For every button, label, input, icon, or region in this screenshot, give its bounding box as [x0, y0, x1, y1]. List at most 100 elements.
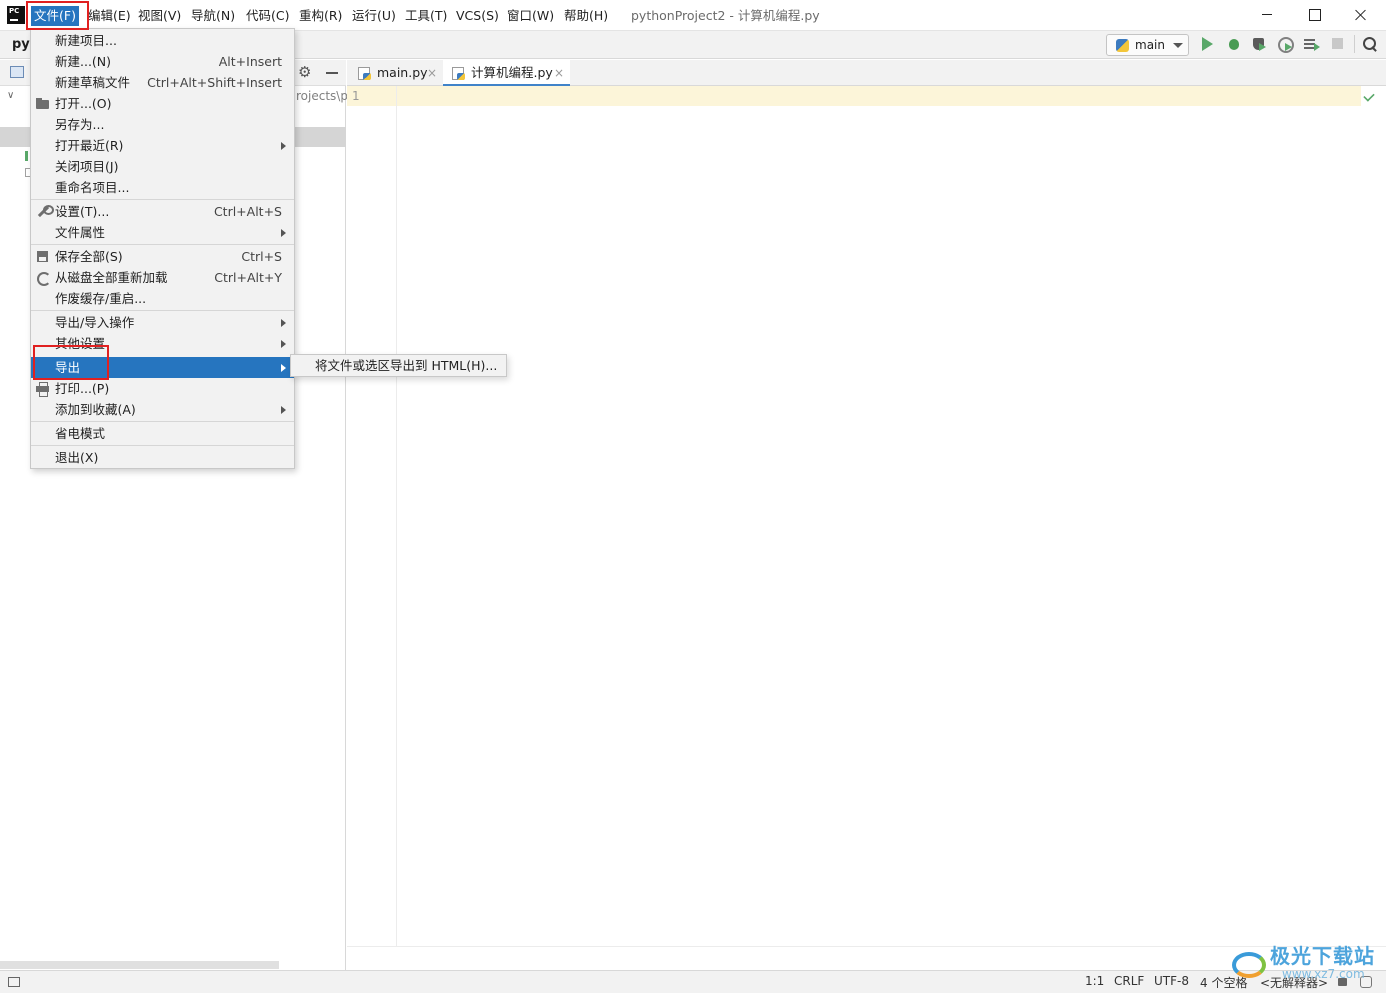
file-encoding[interactable]: UTF-8 [1154, 974, 1189, 988]
tab-jisuanji-py[interactable]: 计算机编程.py × [443, 60, 570, 87]
toolbar-divider [1354, 35, 1355, 53]
menu-item-exit[interactable]: 退出(X) [31, 447, 294, 468]
close-window-button[interactable] [1347, 4, 1375, 26]
concurrency-icon[interactable] [1303, 36, 1320, 52]
menu-item-label: 保存全部(S) [55, 249, 123, 264]
menu-item-open[interactable]: 打开...(O) [31, 93, 294, 114]
profile-icon[interactable] [1277, 36, 1294, 53]
watermark-text: 极光下载站 [1270, 944, 1375, 968]
menu-item-reload-all[interactable]: 从磁盘全部重新加载 Ctrl+Alt+Y [31, 267, 294, 288]
menu-item-save-as[interactable]: 另存为... [31, 114, 294, 135]
menu-window[interactable]: 窗口(W) [504, 6, 557, 26]
menu-view[interactable]: 视图(V) [135, 6, 184, 26]
menu-item-file-properties[interactable]: 文件属性 [31, 222, 294, 243]
menu-separator [31, 310, 294, 311]
menu-item-new[interactable]: 新建...(N) Alt+Insert [31, 51, 294, 72]
menu-item-invalidate-caches[interactable]: 作废缓存/重启... [31, 288, 294, 309]
horizontal-scrollbar[interactable] [0, 961, 279, 969]
menu-item-label: 新建草稿文件 [55, 75, 131, 90]
minimize-window-button[interactable] [1253, 4, 1281, 26]
watermark-swirl-icon [1232, 952, 1266, 978]
menu-item-shortcut: Ctrl+S [241, 249, 282, 264]
run-configuration-selector[interactable]: main [1106, 34, 1189, 56]
pycharm-logo-icon: PC [7, 6, 25, 24]
menu-item-label: 打开最近(R) [55, 138, 124, 153]
tab-label: 计算机编程.py [471, 65, 553, 80]
menu-help[interactable]: 帮助(H) [561, 6, 611, 26]
menu-item-new-project[interactable]: 新建项目... [31, 30, 294, 51]
menu-item-label: 退出(X) [55, 450, 99, 465]
submenu-arrow-icon [281, 142, 286, 150]
maximize-window-button[interactable] [1300, 4, 1328, 26]
coverage-icon[interactable] [1251, 36, 1267, 52]
debug-icon[interactable] [1226, 36, 1242, 52]
close-tab-icon[interactable]: × [554, 60, 564, 86]
run-icon[interactable] [1202, 37, 1213, 51]
menu-separator [31, 244, 294, 245]
reload-icon [36, 271, 51, 286]
print-icon [36, 382, 50, 397]
menu-item-label: 新建项目... [55, 33, 117, 48]
menu-refactor[interactable]: 重构(R) [296, 6, 345, 26]
menu-tools[interactable]: 工具(T) [402, 6, 450, 26]
menu-item-label: 作废缓存/重启... [55, 291, 147, 306]
menu-code[interactable]: 代码(C) [243, 6, 292, 26]
gear-icon[interactable]: ⚙ [298, 63, 311, 81]
menu-item-power-save-mode[interactable]: 省电模式 [31, 423, 294, 444]
watermark-url: www.xz7.com [1282, 967, 1365, 981]
menu-item-shortcut: Ctrl+Alt+Y [214, 270, 282, 285]
line-separator[interactable]: CRLF [1114, 974, 1144, 988]
menu-item-label: 设置(T)... [55, 204, 110, 219]
menu-item-settings[interactable]: 设置(T)... Ctrl+Alt+S [31, 201, 294, 222]
menu-edit[interactable]: 编辑(E) [85, 6, 134, 26]
hide-panel-icon[interactable] [326, 72, 338, 74]
menu-item-new-scratch[interactable]: 新建草稿文件 Ctrl+Alt+Shift+Insert [31, 72, 294, 93]
tab-label: main.py [377, 65, 428, 80]
window-title: pythonProject2 - 计算机编程.py [631, 8, 820, 23]
menu-item-label: 新建...(N) [55, 54, 112, 69]
watermark-logo: 极光下载站 www.xz7.com [1232, 940, 1382, 990]
menu-item-label: 打开...(O) [55, 96, 112, 111]
line-number: 1 [352, 89, 360, 103]
editor-gutter [347, 86, 397, 947]
panel-layout-icon[interactable] [10, 66, 24, 78]
tree-expand-icon[interactable]: ∨ [7, 90, 14, 101]
python-file-icon [358, 67, 371, 80]
menu-item-export-to-html[interactable]: 将文件或选区导出到 HTML(H)... [291, 355, 506, 376]
wrench-icon [36, 205, 54, 218]
library-icon [25, 151, 28, 161]
folder-icon [36, 97, 50, 110]
stop-icon[interactable] [1330, 36, 1346, 52]
tab-main-py[interactable]: main.py × [349, 60, 441, 86]
menu-separator [31, 421, 294, 422]
python-file-icon [452, 67, 465, 80]
project-breadcrumb[interactable]: py [12, 37, 30, 52]
logo-text: PC [9, 7, 20, 15]
menu-item-add-to-favorites[interactable]: 添加到收藏(A) [31, 399, 294, 420]
close-tab-icon[interactable]: × [427, 60, 437, 86]
menu-item-shortcut: Ctrl+Alt+Shift+Insert [147, 75, 282, 90]
menu-item-label: 将文件或选区导出到 HTML(H)... [315, 358, 498, 373]
python-icon [1116, 39, 1129, 52]
menu-item-label: 另存为... [55, 117, 105, 132]
menu-vcs[interactable]: VCS(S) [453, 6, 502, 26]
menu-item-print[interactable]: 打印...(P) [31, 378, 294, 399]
save-icon [36, 250, 50, 263]
menu-item-export-import-actions[interactable]: 导出/导入操作 [31, 312, 294, 333]
code-editor[interactable] [347, 86, 1386, 971]
menu-item-save-all[interactable]: 保存全部(S) Ctrl+S [31, 246, 294, 267]
menu-run[interactable]: 运行(U) [349, 6, 399, 26]
submenu-arrow-icon [281, 364, 286, 372]
menu-navigate[interactable]: 导航(N) [188, 6, 238, 26]
menu-item-label: 从磁盘全部重新加载 [55, 270, 168, 285]
menu-item-label: 导出/导入操作 [55, 315, 135, 330]
menu-item-close-project[interactable]: 关闭项目(J) [31, 156, 294, 177]
menu-item-shortcut: Alt+Insert [218, 54, 282, 69]
menu-item-open-recent[interactable]: 打开最近(R) [31, 135, 294, 156]
menu-item-label: 省电模式 [55, 426, 106, 441]
tool-windows-toggle-icon[interactable] [8, 977, 20, 987]
chevron-down-icon [1173, 43, 1183, 48]
menu-item-rename-project[interactable]: 重命名项目... [31, 177, 294, 198]
search-icon[interactable] [1362, 36, 1378, 52]
caret-position[interactable]: 1:1 [1085, 974, 1104, 988]
